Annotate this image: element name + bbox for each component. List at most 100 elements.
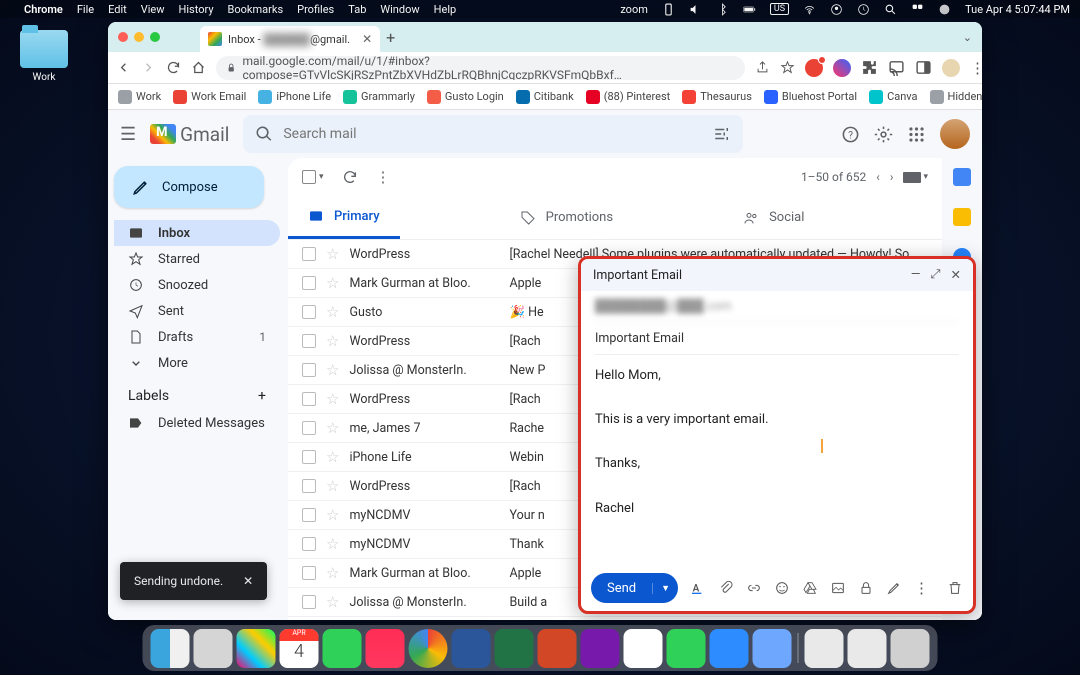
discard-draft-icon[interactable] xyxy=(947,580,963,596)
control-center-icon[interactable] xyxy=(911,3,924,16)
bookmark-item[interactable]: Grammarly xyxy=(343,90,415,104)
side-panel-icon[interactable] xyxy=(915,59,932,76)
tab-social[interactable]: Social xyxy=(723,196,824,239)
row-checkbox[interactable] xyxy=(302,421,316,435)
share-icon[interactable] xyxy=(755,60,770,75)
sidebar-item-sent[interactable]: Sent xyxy=(114,298,280,324)
row-star-icon[interactable]: ☆ xyxy=(326,419,339,437)
extensions-puzzle-icon[interactable] xyxy=(861,59,878,76)
dock-item-downloads[interactable] xyxy=(848,629,887,668)
bookmark-item[interactable]: Citibank xyxy=(516,90,574,104)
menubar-item[interactable]: History xyxy=(179,3,214,16)
bookmark-item[interactable]: (88) Pinterest xyxy=(586,90,671,104)
tabs-dropdown-icon[interactable]: ⌄ xyxy=(963,31,972,44)
compose-more-icon[interactable]: ⋮ xyxy=(914,579,929,597)
row-star-icon[interactable]: ☆ xyxy=(326,332,339,350)
compose-fullscreen-icon[interactable]: ⤢ xyxy=(931,267,941,283)
menubar-item[interactable]: Tab xyxy=(348,3,366,16)
menubar-item[interactable]: Bookmarks xyxy=(228,3,284,16)
menubar-item[interactable]: Help xyxy=(434,3,457,16)
bookmark-item[interactable]: Work xyxy=(118,90,161,104)
formatting-icon[interactable]: A xyxy=(690,580,706,596)
dock-item-facetime[interactable] xyxy=(667,629,706,668)
menubar-item[interactable]: Window xyxy=(380,3,419,16)
attach-file-icon[interactable] xyxy=(718,580,734,596)
bookmark-item[interactable]: Thesaurus xyxy=(682,90,752,104)
bluetooth-icon[interactable] xyxy=(716,3,729,16)
search-input[interactable] xyxy=(283,126,703,142)
compose-body[interactable]: Hello Mom, This is a very important emai… xyxy=(581,355,973,565)
dock-item-chrome[interactable] xyxy=(409,629,448,668)
dock-item-preview[interactable] xyxy=(753,629,792,668)
search-options-icon[interactable] xyxy=(713,125,731,143)
bookmark-item[interactable]: Bluehost Portal xyxy=(764,90,857,104)
window-zoom-icon[interactable] xyxy=(150,32,160,42)
dock-item-excel[interactable] xyxy=(495,629,534,668)
row-checkbox[interactable] xyxy=(302,363,316,377)
support-icon[interactable]: ? xyxy=(841,125,860,144)
account-circle-icon[interactable] xyxy=(830,3,843,16)
tab-close-icon[interactable]: ✕ xyxy=(362,32,372,46)
send-button[interactable]: Send ▼ xyxy=(591,573,678,603)
bookmark-item[interactable]: Gusto Login xyxy=(427,90,504,104)
volume-icon[interactable] xyxy=(689,3,702,16)
address-bar[interactable]: mail.google.com/mail/u/1/#inbox?compose=… xyxy=(216,56,745,80)
select-dropdown-icon[interactable]: ▾ xyxy=(319,172,324,182)
bookmark-item[interactable]: Work Email xyxy=(173,90,246,104)
sidebar-item-drafts[interactable]: Drafts1 xyxy=(114,324,280,350)
keep-icon[interactable] xyxy=(953,208,971,226)
row-checkbox[interactable] xyxy=(302,566,316,580)
extension-icon[interactable] xyxy=(833,59,851,77)
add-label-icon[interactable]: + xyxy=(258,388,266,404)
dock-item-music[interactable] xyxy=(366,629,405,668)
dock-item-powerpoint[interactable] xyxy=(538,629,577,668)
apps-grid-icon[interactable] xyxy=(907,125,926,144)
menubar-item[interactable]: Edit xyxy=(108,3,127,16)
main-menu-icon[interactable]: ☰ xyxy=(120,124,136,145)
forward-icon[interactable] xyxy=(141,60,156,75)
dock-item-launchpad[interactable] xyxy=(237,629,276,668)
row-checkbox[interactable] xyxy=(302,276,316,290)
toast-close-icon[interactable]: ✕ xyxy=(243,574,253,588)
row-star-icon[interactable]: ☆ xyxy=(326,593,339,611)
row-star-icon[interactable]: ☆ xyxy=(326,361,339,379)
menubar-app[interactable]: Chrome xyxy=(24,3,63,16)
profile-avatar-icon[interactable] xyxy=(942,59,960,77)
account-avatar[interactable] xyxy=(940,119,970,149)
dock-item-calendar[interactable]: APR4 xyxy=(280,629,319,668)
tab-primary[interactable]: Primary xyxy=(288,196,400,239)
select-all-checkbox[interactable] xyxy=(302,170,316,184)
bookmark-item[interactable]: Canva xyxy=(869,90,917,104)
dock-item-word[interactable] xyxy=(452,629,491,668)
home-icon[interactable] xyxy=(191,60,206,75)
input-tools-icon[interactable]: ▾ xyxy=(903,172,928,183)
sidebar-label-item[interactable]: Deleted Messages xyxy=(114,410,280,436)
spotlight-icon[interactable] xyxy=(884,3,897,16)
row-checkbox[interactable] xyxy=(302,334,316,348)
menubar-item[interactable]: View xyxy=(141,3,165,16)
dock-item-onenote[interactable] xyxy=(581,629,620,668)
compose-button[interactable]: Compose xyxy=(114,166,264,208)
input-source-badge[interactable]: US xyxy=(770,3,789,15)
insert-emoji-icon[interactable] xyxy=(774,580,790,596)
menubar-item[interactable]: Profiles xyxy=(297,3,334,16)
row-checkbox[interactable] xyxy=(302,305,316,319)
more-menu-icon[interactable]: ⋮ xyxy=(376,168,391,186)
row-checkbox[interactable] xyxy=(302,247,316,261)
confidential-mode-icon[interactable] xyxy=(858,580,874,596)
insert-photo-icon[interactable] xyxy=(830,580,846,596)
clock-icon[interactable] xyxy=(857,3,870,16)
gmail-logo[interactable]: Gmail xyxy=(150,123,229,146)
insert-signature-icon[interactable] xyxy=(886,580,902,596)
dock-item-slack[interactable] xyxy=(624,629,663,668)
sidebar-item-starred[interactable]: Starred xyxy=(114,246,280,272)
compose-minimize-icon[interactable]: — xyxy=(911,267,921,283)
row-star-icon[interactable]: ☆ xyxy=(326,303,339,321)
page-prev-icon[interactable]: ‹ xyxy=(876,170,880,184)
desktop-folder[interactable]: Work xyxy=(14,30,74,83)
page-next-icon[interactable]: › xyxy=(890,170,894,184)
compose-to-field[interactable]: ████████@███.com xyxy=(595,291,959,323)
insert-drive-icon[interactable] xyxy=(802,580,818,596)
bookmark-item[interactable]: iPhone Life xyxy=(258,90,331,104)
settings-gear-icon[interactable] xyxy=(874,125,893,144)
